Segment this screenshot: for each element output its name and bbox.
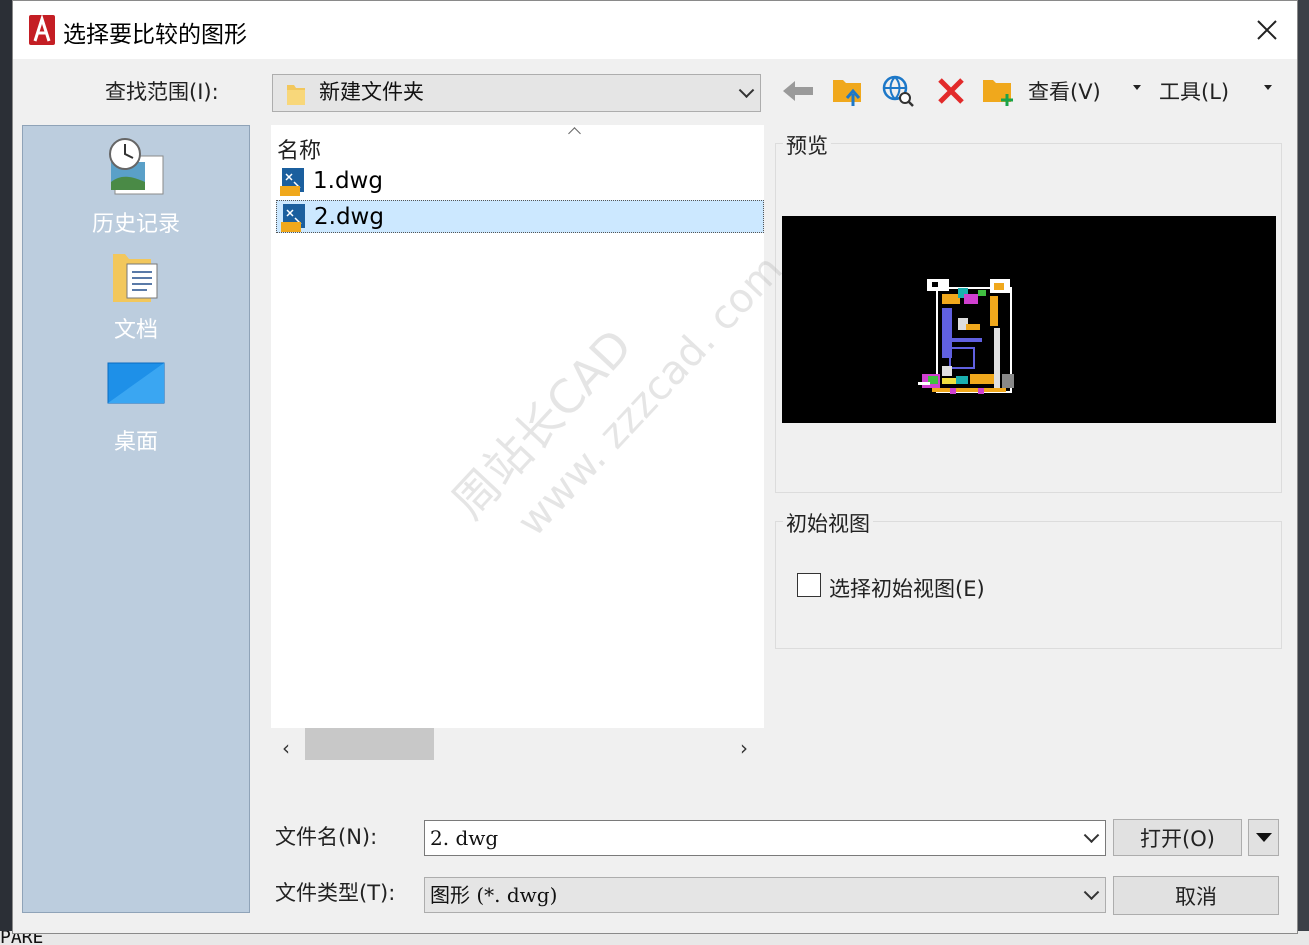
place-history-label: 历史记录 — [91, 212, 180, 237]
drawing-preview-image — [782, 216, 1276, 423]
close-icon — [1257, 20, 1277, 40]
file-type-value: 图形 (*. dwg) — [430, 883, 558, 907]
new-folder-icon — [983, 80, 1013, 106]
chevron-down-icon — [738, 82, 755, 99]
file-type-label: 文件类型(T): — [275, 881, 396, 905]
sort-ascending-icon — [568, 127, 581, 140]
dialog-title: 选择要比较的图形 — [63, 22, 247, 48]
select-initial-view-checkbox[interactable] — [797, 573, 821, 597]
folder-up-icon — [833, 80, 861, 106]
file-name-value: 2. dwg — [430, 826, 499, 850]
look-in-label: 查找范围(I): — [105, 80, 219, 104]
floorplan-thumbnail — [918, 279, 1014, 394]
initial-view-title: 初始视图 — [783, 508, 873, 538]
tools-dropdown-arrow-icon[interactable] — [1264, 85, 1272, 90]
chevron-down-icon[interactable] — [1083, 827, 1100, 844]
history-icon — [109, 138, 164, 195]
file-type-dropdown[interactable]: 图形 (*. dwg) — [424, 877, 1106, 913]
place-documents-label: 文档 — [113, 318, 158, 343]
chevron-down-icon — [1083, 884, 1100, 901]
back-button[interactable] — [780, 73, 816, 109]
autocad-logo-icon — [29, 15, 55, 45]
select-drawing-dialog: 选择要比较的图形 查找范围(I): 新建文件夹 查看(V) 工具(L) 历史记录… — [12, 0, 1298, 934]
open-button[interactable]: 打开(O) — [1113, 819, 1242, 856]
file-name-input[interactable]: 2. dwg — [424, 820, 1106, 856]
horizontal-scrollbar[interactable]: ‹ › — [271, 728, 764, 760]
scroll-left-icon[interactable]: ‹ — [282, 736, 290, 760]
place-desktop-label: 桌面 — [113, 430, 158, 455]
up-one-level-button[interactable] — [830, 73, 866, 109]
create-new-folder-button[interactable] — [980, 73, 1016, 109]
file-row-2[interactable]: 2.dwg — [276, 200, 764, 233]
folder-icon — [287, 85, 305, 105]
desktop-icon — [107, 362, 165, 404]
look-in-value: 新建文件夹 — [319, 80, 424, 104]
documents-icon — [113, 254, 158, 302]
search-web-button[interactable] — [880, 73, 916, 109]
scroll-right-icon[interactable]: › — [740, 736, 748, 760]
views-dropdown-arrow-icon[interactable] — [1133, 85, 1141, 90]
close-button[interactable] — [1237, 1, 1297, 59]
file-row-1[interactable]: 1.dwg — [276, 165, 764, 198]
column-header-name[interactable]: 名称 — [277, 133, 321, 165]
preview-title: 预览 — [783, 130, 831, 160]
file-list: 名称 1.dwg 2.dwg ‹ › — [271, 125, 764, 760]
file-name-label: 文件名(N): — [275, 825, 378, 849]
tools-menu[interactable]: 工具(L) — [1159, 76, 1229, 106]
back-arrow-icon — [783, 81, 813, 101]
open-options-button[interactable] — [1248, 819, 1279, 856]
dwg-file-icon — [281, 204, 305, 232]
select-initial-view-label[interactable]: 选择初始视图(E) — [829, 573, 985, 603]
delete-button[interactable] — [933, 73, 969, 109]
cancel-button[interactable]: 取消 — [1113, 876, 1279, 915]
globe-search-icon — [882, 75, 914, 107]
scrollbar-thumb[interactable] — [305, 728, 434, 760]
places-bar: 历史记录 文档 桌面 — [22, 125, 250, 913]
look-in-dropdown[interactable]: 新建文件夹 — [272, 74, 761, 112]
title-bar: 选择要比较的图形 — [13, 1, 1297, 59]
file-name: 1.dwg — [313, 168, 383, 194]
dwg-file-icon — [280, 168, 304, 196]
delete-icon — [938, 78, 964, 104]
dropdown-arrow-icon — [1255, 833, 1272, 842]
place-desktop[interactable]: 桌面 — [23, 362, 249, 462]
file-name: 2.dwg — [314, 204, 384, 230]
place-documents[interactable]: 文档 — [23, 250, 249, 350]
views-menu[interactable]: 查看(V) — [1028, 76, 1101, 106]
place-history[interactable]: 历史记录 — [23, 138, 249, 246]
